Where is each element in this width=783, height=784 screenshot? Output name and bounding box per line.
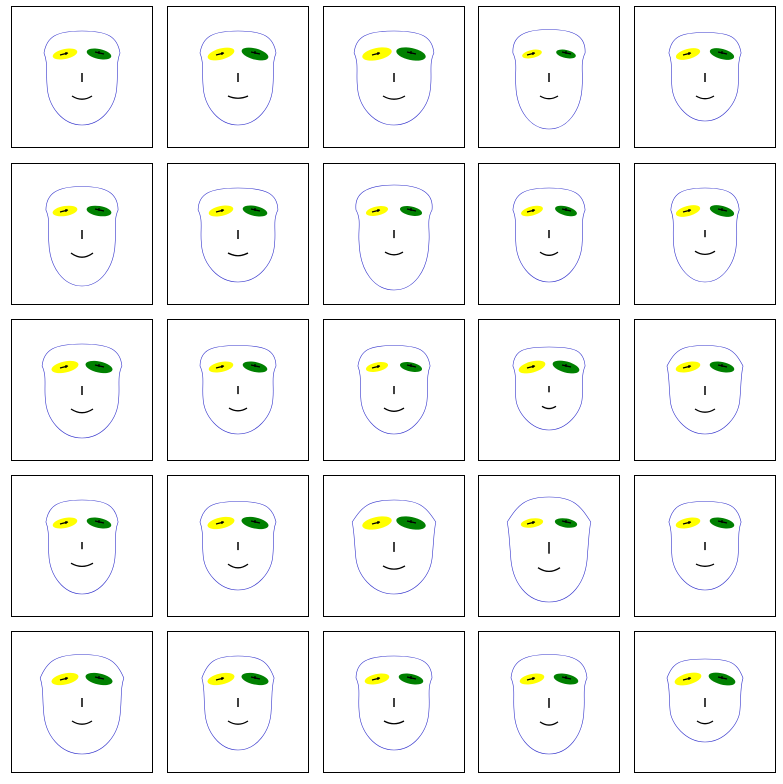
mouth	[227, 720, 249, 725]
face-panel	[11, 6, 153, 148]
face-plot	[666, 658, 744, 743]
face-plot	[199, 30, 277, 126]
face-plot	[353, 30, 435, 126]
mouth	[70, 252, 94, 258]
face-plot	[512, 187, 586, 283]
face-panel	[634, 475, 776, 617]
face-panel	[11, 163, 153, 305]
face-panel	[11, 319, 153, 461]
face-plot	[43, 30, 121, 126]
face-plot	[41, 343, 123, 439]
face-plot	[355, 655, 433, 751]
face-plot	[201, 655, 275, 751]
face-panel	[634, 163, 776, 305]
face-plot	[357, 345, 431, 435]
face-panel	[323, 6, 465, 148]
face-panel	[478, 6, 620, 148]
face-plot	[355, 184, 433, 291]
face-plot	[668, 501, 742, 591]
face-plot	[512, 29, 586, 130]
face-panel	[323, 163, 465, 305]
face-panel	[167, 475, 309, 617]
mouth	[227, 563, 249, 569]
mouth	[71, 95, 93, 100]
mouth	[70, 408, 94, 414]
mouth	[539, 251, 559, 256]
mouth	[227, 252, 249, 257]
face-panel	[478, 631, 620, 773]
mouth	[694, 250, 716, 256]
mouth	[537, 567, 561, 573]
mouth	[70, 562, 94, 568]
mouth	[695, 95, 715, 100]
mouth	[227, 95, 249, 99]
face-plot	[45, 499, 119, 595]
face-plot	[197, 187, 279, 283]
mouth	[541, 405, 557, 410]
face-plot	[666, 345, 744, 435]
face-plot	[199, 345, 277, 435]
face-plot	[45, 186, 119, 287]
face-plot	[512, 346, 586, 431]
face-panel	[634, 631, 776, 773]
mouth	[696, 720, 714, 725]
mouth	[383, 407, 405, 412]
face-plot	[199, 501, 277, 591]
mouth	[539, 721, 559, 726]
face-panel	[323, 631, 465, 773]
face-panel	[323, 319, 465, 461]
face-panel	[167, 6, 309, 148]
face-plot	[39, 654, 125, 755]
face-plot	[670, 187, 740, 283]
face-plot	[510, 654, 588, 755]
face-panel	[11, 631, 153, 773]
face-panel	[167, 319, 309, 461]
face-panel	[323, 475, 465, 617]
face-plot	[668, 32, 742, 122]
face-panel	[478, 475, 620, 617]
face-panel	[634, 6, 776, 148]
face-panel	[167, 631, 309, 773]
mouth	[228, 407, 248, 412]
face-panel	[167, 163, 309, 305]
mouth	[383, 720, 405, 725]
mouth	[539, 95, 559, 100]
face-plot	[506, 496, 592, 603]
mouth	[695, 563, 715, 567]
face-plot	[351, 499, 437, 595]
face-panel	[478, 319, 620, 461]
mouth	[694, 408, 716, 413]
mouth	[382, 565, 406, 570]
face-panel	[478, 163, 620, 305]
face-panel	[11, 475, 153, 617]
mouth	[71, 720, 93, 725]
mouth	[384, 251, 404, 256]
mouth	[382, 95, 406, 100]
face-panel	[634, 319, 776, 461]
